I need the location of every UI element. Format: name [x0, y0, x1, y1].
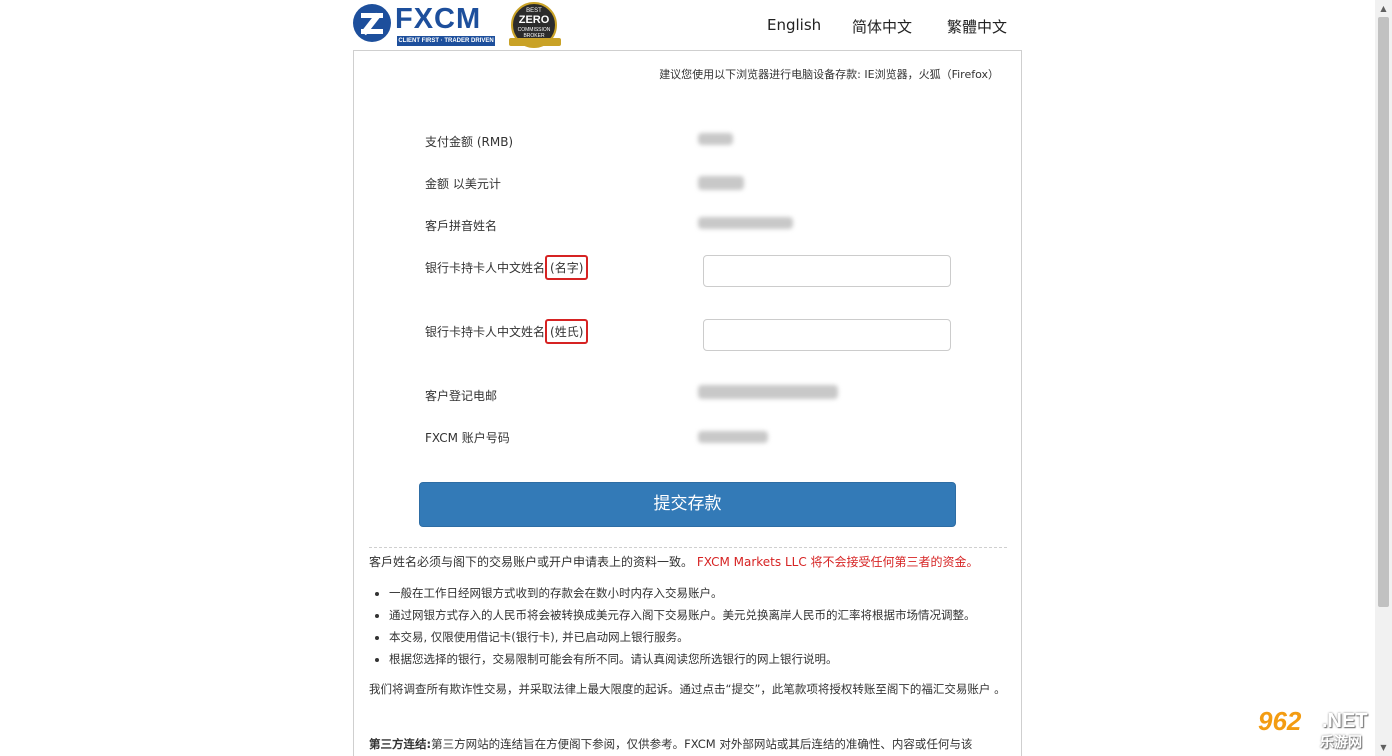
page-scrollbar[interactable]: ▲ ▼ [1375, 0, 1392, 756]
list-item: 本交易, 仅限使用借记卡(银行卡), 并已启动网上银行服务。 [389, 626, 1029, 648]
lang-simplified-chinese-link[interactable]: 简体中文 [852, 16, 912, 37]
email-label: 客户登记电邮 [425, 389, 498, 403]
site-watermark: 962 .NET 乐游网 [1258, 706, 1368, 750]
list-item: 通过网银方式存入的人民币将会被转换成美元存入阁下交易账户。美元兑换离岸人民币的汇… [389, 604, 1029, 626]
fxcm-logo[interactable]: FXCM CLIENT FIRST · TRADER DRIVEN [353, 3, 499, 46]
deposit-form-container: 建议您使用以下浏览器进行电脑设备存款: IE浏览器，火狐（Firefox） 支付… [353, 50, 1022, 756]
third-party-funds-warning: FXCM Markets LLC 将不会接受任何第三者的资金。 [696, 555, 979, 569]
deposit-info-list: 一般在工作日经网银方式收到的存款会在数小时内存入交易账户。 通过网银方式存入的人… [369, 582, 1029, 670]
email-value-redacted [698, 385, 838, 399]
lang-english-link[interactable]: English [767, 16, 821, 34]
fxcm-logo-text: FXCM [395, 3, 482, 35]
card-last-name-input[interactable] [703, 319, 951, 351]
amount-usd-value-redacted [698, 176, 744, 190]
list-item: 根据您选择的银行，交易限制可能会有所不同。请认真阅读您所选银行的网上银行说明。 [389, 648, 1029, 670]
card-first-name-label: 银行卡持卡人中文姓名 (名字) [425, 255, 589, 280]
list-item: 一般在工作日经网银方式收到的存款会在数小时内存入交易账户。 [389, 582, 1029, 604]
last-name-highlight: (姓氏) [545, 319, 589, 344]
fxcm-logo-mark-icon [353, 4, 391, 42]
name-match-notice: 客戶姓名必须与阁下的交易账户或开户申请表上的资料一致。 FXCM Markets… [369, 555, 979, 569]
card-first-name-input[interactable] [703, 255, 951, 287]
amount-rmb-value-redacted [698, 133, 733, 145]
third-party-links-paragraph: 第三方连结:第三方网站的连结旨在方便阁下参阅，仅供参考。FXCM 对外部网站或其… [369, 737, 973, 751]
account-number-value-redacted [698, 431, 768, 443]
amount-usd-label: 金额 以美元计 [425, 177, 501, 191]
submit-deposit-button[interactable]: 提交存款 [419, 482, 956, 527]
amount-rmb-label: 支付金额 (RMB) [425, 135, 514, 149]
browser-recommendation-note: 建议您使用以下浏览器进行电脑设备存款: IE浏览器，火狐（Firefox） [659, 68, 999, 81]
page: FXCM CLIENT FIRST · TRADER DRIVEN BEST Z… [0, 0, 1392, 756]
account-number-label: FXCM 账户号码 [425, 431, 510, 445]
divider [369, 547, 1007, 548]
first-name-highlight: (名字) [545, 255, 589, 280]
pinyin-name-label: 客戶拼音姓名 [425, 219, 498, 233]
header: FXCM CLIENT FIRST · TRADER DRIVEN BEST Z… [353, 0, 1023, 50]
scroll-thumb[interactable] [1378, 17, 1389, 607]
lang-traditional-chinese-link[interactable]: 繁體中文 [947, 16, 1007, 37]
fraud-warning-paragraph: 我们将调查所有欺诈性交易，并采取法律上最大限度的起诉。通过点击“提交”，此笔款项… [369, 682, 1006, 696]
pinyin-name-value-redacted [698, 217, 793, 229]
scroll-up-arrow-icon[interactable]: ▲ [1375, 0, 1392, 17]
card-last-name-label: 银行卡持卡人中文姓名 (姓氏) [425, 319, 589, 344]
best-zero-commission-badge-icon: BEST ZERO COMMISSION BROKER [509, 2, 561, 48]
fxcm-logo-tagline: CLIENT FIRST · TRADER DRIVEN [397, 36, 495, 46]
